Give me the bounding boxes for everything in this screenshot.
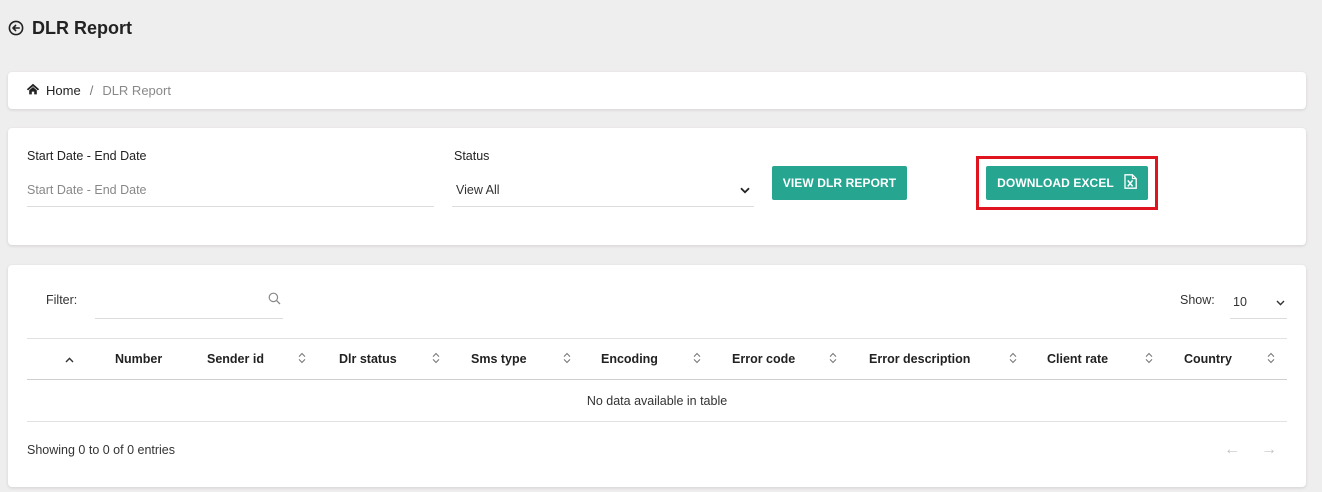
sort-icon[interactable] [693, 352, 701, 367]
date-range-input[interactable] [27, 174, 434, 207]
column-header-error-code[interactable]: Error code [732, 339, 795, 379]
chevron-down-icon [740, 183, 750, 197]
table-filter-input[interactable] [95, 286, 283, 319]
status-label: Status [454, 149, 490, 163]
status-select-value: View All [456, 183, 500, 197]
page-title: DLR Report [32, 17, 132, 38]
download-highlight-box [976, 156, 1158, 210]
sort-icon[interactable] [1145, 352, 1153, 367]
breadcrumb-current: DLR Report [102, 83, 171, 98]
column-header-encoding[interactable]: Encoding [601, 339, 658, 379]
column-label: Country [1184, 352, 1232, 366]
empty-message: No data available in table [586, 393, 728, 408]
table-empty-row: No data available in table [27, 380, 1287, 422]
chevron-up-icon [65, 352, 74, 366]
column-label: Client rate [1047, 352, 1109, 366]
column-label: Dlr status [339, 352, 397, 366]
column-header-country[interactable]: Country [1184, 339, 1232, 379]
sort-icon[interactable] [432, 352, 440, 367]
column-label: Error description [869, 352, 971, 366]
date-range-label: Start Date - End Date [27, 149, 147, 163]
column-label: Number [115, 352, 163, 366]
page-length-label: Show: [1180, 293, 1215, 307]
sort-icon[interactable] [298, 352, 306, 367]
table-info: Showing 0 to 0 of 0 entries [27, 443, 176, 457]
page-length-select[interactable]: 10 [1230, 286, 1287, 319]
sort-icon[interactable] [1267, 352, 1275, 367]
sort-icon[interactable] [1009, 352, 1017, 367]
column-header-dlr-status[interactable]: Dlr status [339, 339, 397, 379]
column-header-number[interactable]: Number [115, 339, 162, 379]
breadcrumb-home-link[interactable]: Home [46, 83, 81, 98]
sort-icon[interactable] [829, 352, 837, 367]
table-filter-label: Filter: [46, 293, 78, 307]
breadcrumb-separator: / [89, 83, 94, 98]
column-header-sms-type[interactable]: Sms type [471, 339, 527, 379]
report-table-panel: Filter: Show: 10 Number Sender id Dlr st… [8, 265, 1306, 487]
table-header: Number Sender id Dlr status Sms type Enc… [27, 338, 1287, 380]
breadcrumb: Home / DLR Report [8, 72, 1306, 109]
column-header-client-rate[interactable]: Client rate [1047, 339, 1108, 379]
status-select[interactable]: View All [452, 174, 754, 207]
sort-column-asc[interactable] [65, 339, 74, 379]
column-label: Sender id [207, 352, 264, 366]
arrow-circle-left-icon[interactable] [8, 20, 24, 36]
home-icon[interactable] [26, 83, 40, 98]
column-label: Error code [732, 352, 796, 366]
sort-icon[interactable] [563, 352, 571, 367]
column-header-sender-id[interactable]: Sender id [207, 339, 264, 379]
search-icon [268, 292, 281, 308]
previous-page-button[interactable]: ← [1224, 441, 1240, 459]
page-header: DLR Report [8, 16, 132, 40]
chevron-down-icon [1276, 295, 1285, 309]
column-label: Sms type [471, 352, 527, 366]
column-label: Encoding [601, 352, 658, 366]
view-dlr-report-button[interactable]: VIEW DLR REPORT [772, 166, 907, 200]
next-page-button[interactable]: → [1261, 441, 1277, 459]
view-dlr-report-label: VIEW DLR REPORT [782, 176, 897, 190]
page-length-value: 10 [1233, 295, 1247, 309]
column-header-error-description[interactable]: Error description [869, 339, 970, 379]
